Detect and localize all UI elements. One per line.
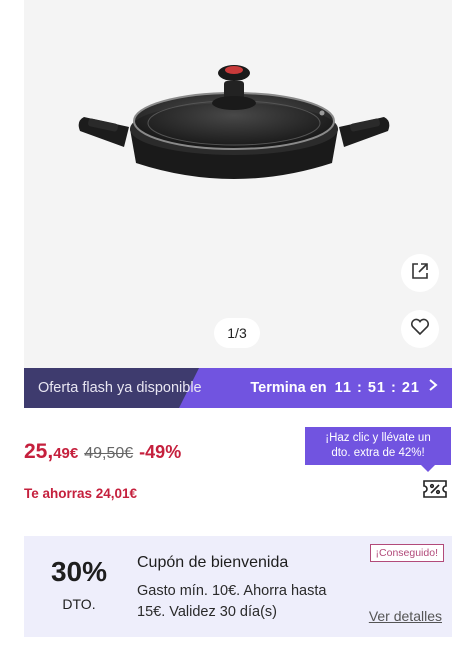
coupon-percent: 30% — [50, 556, 108, 587]
product-image-gallery[interactable]: 1/3 — [24, 0, 452, 368]
promo-line-2: dto. extra de 42%! — [331, 447, 425, 459]
promo-line-1: ¡Haz clic y llévate un — [325, 432, 431, 444]
flash-sale-label: Oferta flash ya disponible — [38, 380, 202, 396]
chevron-right-icon[interactable] — [428, 368, 438, 408]
coupon-title: Cupón de bienvenida — [137, 554, 289, 571]
flash-sale-bar[interactable]: Oferta flash ya disponible Termina en 11… — [24, 368, 452, 408]
coupon-status-badge: ¡Conseguido! — [369, 544, 444, 562]
current-price: 25,49€ — [24, 440, 79, 463]
coupon-dto-label: DTO. — [62, 596, 96, 612]
share-button[interactable] — [401, 254, 439, 292]
image-pager: 1/3 — [214, 318, 260, 348]
extra-discount-tooltip[interactable]: ¡Haz clic y llévate un dto. extra de 42%… — [305, 427, 451, 472]
product-image — [78, 65, 390, 179]
discount-percent: -49% — [139, 442, 182, 462]
original-price: 49,50€ — [84, 445, 134, 462]
flash-countdown: Termina en 11 : 51 : 21 — [250, 368, 438, 408]
countdown-time: 11 : 51 : 21 — [334, 380, 420, 396]
heart-icon — [410, 318, 430, 341]
share-icon — [410, 261, 430, 286]
coupon-icon[interactable] — [422, 479, 448, 504]
favorite-button[interactable] — [401, 310, 439, 348]
savings-text: Te ahorras 24,01€ — [24, 486, 138, 501]
welcome-coupon-card[interactable]: 30% DTO. Cupón de bienvenida Gasto mín. … — [24, 536, 452, 637]
coupon-description: Gasto mín. 10€. Ahorra hasta 15€. Valide… — [137, 583, 327, 620]
price-row: 25,49€ 49,50€ -49% — [24, 440, 181, 464]
countdown-label: Termina en — [250, 380, 327, 396]
see-details-link[interactable]: Ver detalles — [369, 608, 442, 624]
tooltip-arrow — [421, 465, 435, 472]
